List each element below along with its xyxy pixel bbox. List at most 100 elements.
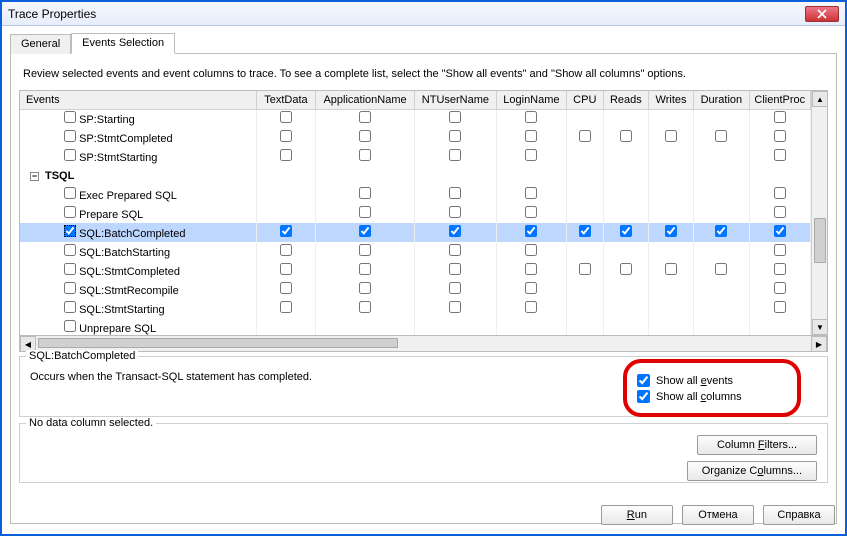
cell-checkbox[interactable] xyxy=(715,225,727,237)
cell-checkbox[interactable] xyxy=(359,130,371,142)
event-checkbox[interactable] xyxy=(64,187,76,199)
cell-checkbox[interactable] xyxy=(525,301,537,313)
grid-row-sp-starting[interactable]: SP:Starting xyxy=(20,109,811,128)
cell-checkbox[interactable] xyxy=(665,130,677,142)
cell-checkbox[interactable] xyxy=(449,130,461,142)
cell-checkbox[interactable] xyxy=(280,263,292,275)
cell-checkbox[interactable] xyxy=(280,244,292,256)
show-all-events-label[interactable]: Show all events xyxy=(656,375,733,387)
show-all-events-checkbox[interactable] xyxy=(637,374,650,387)
show-all-columns-checkbox[interactable] xyxy=(637,390,650,403)
cell-checkbox[interactable] xyxy=(525,244,537,256)
grid-row-sql-stmtcompleted[interactable]: SQL:StmtCompleted xyxy=(20,261,811,280)
event-checkbox[interactable] xyxy=(64,244,76,256)
cell-checkbox[interactable] xyxy=(359,282,371,294)
grid-row-sql-batchstarting[interactable]: SQL:BatchStarting xyxy=(20,242,811,261)
cell-checkbox[interactable] xyxy=(525,282,537,294)
scroll-right-arrow-icon[interactable]: ▶ xyxy=(811,336,827,352)
col-textdata[interactable]: TextData xyxy=(256,91,316,109)
cell-checkbox[interactable] xyxy=(525,187,537,199)
cell-checkbox[interactable] xyxy=(774,149,786,161)
col-clientproc[interactable]: ClientProc xyxy=(749,91,810,109)
cell-checkbox[interactable] xyxy=(449,187,461,199)
close-button[interactable] xyxy=(805,6,839,22)
cell-checkbox[interactable] xyxy=(715,263,727,275)
grid-row-sql-batchcompleted[interactable]: SQL:BatchCompleted xyxy=(20,223,811,242)
event-checkbox[interactable] xyxy=(64,130,76,142)
scroll-thumb[interactable] xyxy=(814,218,826,263)
grid-row-tsql[interactable]: −TSQL xyxy=(20,166,811,185)
cell-checkbox[interactable] xyxy=(449,263,461,275)
event-checkbox[interactable] xyxy=(64,225,76,237)
cell-checkbox[interactable] xyxy=(525,225,537,237)
tab-events-selection[interactable]: Events Selection xyxy=(71,33,175,54)
cell-checkbox[interactable] xyxy=(774,111,786,123)
event-checkbox[interactable] xyxy=(64,282,76,294)
col-writes[interactable]: Writes xyxy=(648,91,693,109)
cell-checkbox[interactable] xyxy=(280,111,292,123)
cell-checkbox[interactable] xyxy=(449,244,461,256)
event-checkbox[interactable] xyxy=(64,263,76,275)
col-ntuser[interactable]: NTUserName xyxy=(414,91,496,109)
event-checkbox[interactable] xyxy=(64,206,76,218)
col-loginname[interactable]: LoginName xyxy=(496,91,566,109)
cell-checkbox[interactable] xyxy=(774,206,786,218)
cell-checkbox[interactable] xyxy=(715,130,727,142)
grid-row-sp-stmtcompleted[interactable]: SP:StmtCompleted xyxy=(20,128,811,147)
cell-checkbox[interactable] xyxy=(280,225,292,237)
scroll-down-arrow-icon[interactable]: ▼ xyxy=(812,319,828,335)
cell-checkbox[interactable] xyxy=(359,301,371,313)
grid-row-prepare-sql[interactable]: Prepare SQL xyxy=(20,204,811,223)
cancel-button[interactable]: Отмена xyxy=(682,505,754,525)
tree-collapse-icon[interactable]: − xyxy=(30,172,39,181)
cell-checkbox[interactable] xyxy=(359,206,371,218)
cell-checkbox[interactable] xyxy=(525,111,537,123)
grid-row-sql-stmtstarting[interactable]: SQL:StmtStarting xyxy=(20,299,811,318)
grid-row-unprepare-sql[interactable]: Unprepare SQL xyxy=(20,318,811,335)
show-all-columns-label[interactable]: Show all columns xyxy=(656,391,742,403)
cell-checkbox[interactable] xyxy=(774,244,786,256)
cell-checkbox[interactable] xyxy=(774,301,786,313)
cell-checkbox[interactable] xyxy=(525,149,537,161)
cell-checkbox[interactable] xyxy=(359,111,371,123)
cell-checkbox[interactable] xyxy=(774,187,786,199)
event-checkbox[interactable] xyxy=(64,149,76,161)
cell-checkbox[interactable] xyxy=(359,225,371,237)
cell-checkbox[interactable] xyxy=(280,282,292,294)
col-appname[interactable]: ApplicationName xyxy=(316,91,415,109)
col-reads[interactable]: Reads xyxy=(603,91,648,109)
cell-checkbox[interactable] xyxy=(620,225,632,237)
cell-checkbox[interactable] xyxy=(280,301,292,313)
help-button[interactable]: Справка xyxy=(763,505,835,525)
event-checkbox[interactable] xyxy=(64,320,76,332)
cell-checkbox[interactable] xyxy=(525,206,537,218)
cell-checkbox[interactable] xyxy=(665,263,677,275)
col-duration[interactable]: Duration xyxy=(694,91,749,109)
cell-checkbox[interactable] xyxy=(579,225,591,237)
grid-horizontal-scrollbar[interactable]: ◀ ▶ xyxy=(19,336,828,352)
cell-checkbox[interactable] xyxy=(525,263,537,275)
grid-row-sql-stmtrecompile[interactable]: SQL:StmtRecompile xyxy=(20,280,811,299)
cell-checkbox[interactable] xyxy=(579,263,591,275)
cell-checkbox[interactable] xyxy=(449,206,461,218)
cell-checkbox[interactable] xyxy=(359,263,371,275)
cell-checkbox[interactable] xyxy=(280,130,292,142)
cell-checkbox[interactable] xyxy=(774,225,786,237)
tab-general[interactable]: General xyxy=(10,34,71,54)
cell-checkbox[interactable] xyxy=(449,111,461,123)
cell-checkbox[interactable] xyxy=(665,225,677,237)
cell-checkbox[interactable] xyxy=(449,225,461,237)
column-filters-button[interactable]: Column Filters... xyxy=(697,435,817,455)
event-checkbox[interactable] xyxy=(64,111,76,123)
cell-checkbox[interactable] xyxy=(620,130,632,142)
cell-checkbox[interactable] xyxy=(774,263,786,275)
scroll-up-arrow-icon[interactable]: ▲ xyxy=(812,91,828,107)
cell-checkbox[interactable] xyxy=(579,130,591,142)
run-button[interactable]: Run xyxy=(601,505,673,525)
cell-checkbox[interactable] xyxy=(449,149,461,161)
grid-row-exec-prepared-sql[interactable]: Exec Prepared SQL xyxy=(20,185,811,204)
cell-checkbox[interactable] xyxy=(449,301,461,313)
cell-checkbox[interactable] xyxy=(774,130,786,142)
grid-vertical-scrollbar[interactable]: ▲ ▼ xyxy=(811,91,827,335)
organize-columns-button[interactable]: Organize Columns... xyxy=(687,461,817,481)
